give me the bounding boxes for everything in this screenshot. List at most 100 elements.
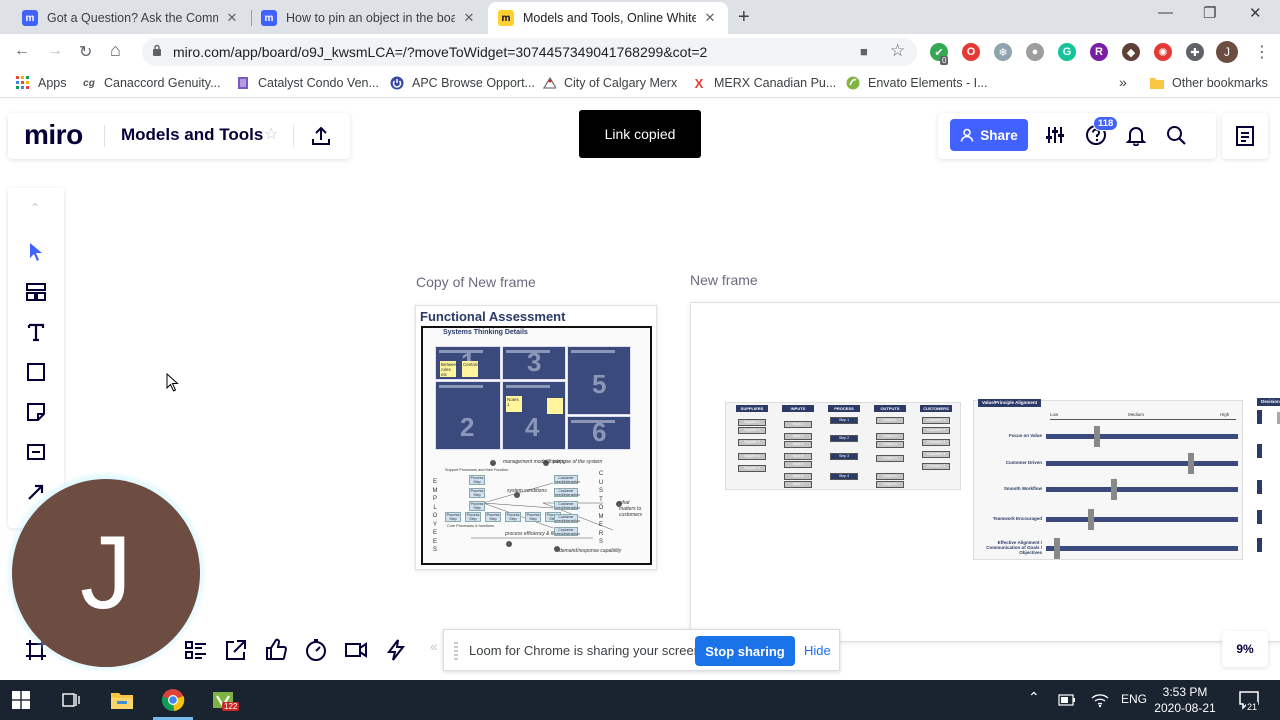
circle-extension-icon[interactable]: ● [1026,43,1044,61]
frame-copy-of-new-frame[interactable]: Functional Assessment Systems Thinking D… [415,305,657,570]
thumbs-up-icon[interactable] [264,638,288,662]
frame-label-copy-of-new-frame[interactable]: Copy of New frame [416,274,536,290]
export-upload-icon[interactable] [310,125,332,147]
more-bookmarks-button[interactable]: » [1119,74,1127,90]
grammarly-extension-icon[interactable]: G [1058,43,1076,61]
tab-close-icon[interactable]: ✕ [461,10,477,26]
window-close-icon[interactable]: ✕ [1249,4,1262,22]
sipoc-item: Supplier 2 [738,427,766,434]
templates-tool[interactable] [24,280,48,304]
board-actions-panel: Share 118 [938,113,1216,159]
collapse-chevron-icon[interactable]: ⌃ [30,201,40,215]
select-tool[interactable] [24,240,48,264]
board-title[interactable]: Models and Tools [121,125,263,145]
clock-date: 2020-08-21 [1154,701,1216,715]
back-arrow-icon[interactable]: ← [14,42,30,60]
sipoc-item: Customer 5 [922,463,950,470]
bookmark-envato[interactable]: Envato Elements - I... [846,76,988,90]
miro-logo[interactable]: miro [24,119,83,151]
bookmark-canaccord[interactable]: cg Canaccord Genuity... [82,76,220,90]
bell-icon[interactable] [1125,124,1147,146]
lightning-icon[interactable] [384,638,408,662]
profile-avatar-icon[interactable]: J [1216,41,1238,63]
video-camera-icon[interactable] [344,638,368,662]
cards-list-icon[interactable] [184,638,208,662]
tab-title: How to pin an object in the boar [286,11,455,25]
stop-sharing-button[interactable]: Stop sharing [695,636,795,666]
bookmark-apps[interactable]: Apps [16,76,67,90]
systems-thinking-subtitle: Systems Thinking Details [443,329,528,336]
input-language[interactable]: ENG [1121,692,1147,706]
miro-board-canvas[interactable]: miro Models and Tools ☆ Link copied Shar… [0,99,1280,680]
value-row-slider-knob[interactable] [1054,538,1060,559]
card-tool[interactable] [24,440,48,464]
shape-tool[interactable] [24,360,48,384]
taskbar-clock[interactable]: 3:53 PM 2020-08-21 [1153,684,1217,716]
puzzle-extension-icon[interactable]: ✚ [1186,43,1204,61]
share-button[interactable]: Share [950,119,1028,151]
collapse-toolbar-icon[interactable]: « [430,638,438,654]
employees-vertical-label: EMPLOYEES [431,478,439,555]
sipoc-diagram: SUPPLIERS Supplier 1 Supplier 2 Supplier 3 S… [725,402,961,490]
new-tab-button[interactable]: + [738,6,750,29]
toggl-extension-icon[interactable]: ◆ [1122,43,1140,61]
hide-button[interactable]: Hide [804,643,831,658]
other-bookmarks-folder[interactable]: Other bookmarks [1150,76,1268,90]
wifi-icon[interactable] [1090,690,1110,708]
value-row-slider-knob[interactable] [1111,479,1117,500]
tray-chevron-icon[interactable]: ⌃ [1028,689,1040,706]
file-explorer-icon[interactable] [110,688,134,712]
restore-icon[interactable]: ❐ [1203,4,1216,22]
url-text[interactable]: miro.com/app/board/o9J_kwsmLCA=/?moveToW… [173,44,707,60]
timer-icon[interactable] [304,638,328,662]
spiral-extension-icon[interactable]: ✺ [1154,43,1172,61]
external-share-icon[interactable] [224,638,248,662]
text-tool[interactable] [24,320,48,344]
zoom-level-button[interactable]: 9% [1222,631,1268,667]
camera-icon[interactable]: ■ [860,44,868,59]
value-row-slider-knob[interactable] [1188,453,1194,474]
star-icon[interactable]: ☆ [264,124,278,144]
value-row-slider-knob[interactable] [1094,426,1100,447]
drag-handle-icon[interactable] [454,642,458,660]
bookmark-label: APC Browse Opport... [412,76,535,90]
home-icon[interactable]: ⌂ [110,40,121,61]
task-view-icon[interactable] [62,691,80,709]
tab-close-icon[interactable]: ✕ [702,10,718,26]
bookmark-label: MERX Canadian Pu... [714,76,837,90]
reload-icon[interactable]: ↻ [79,42,92,62]
minimize-icon[interactable]: — [1158,4,1173,21]
bookmark-catalyst[interactable]: Catalyst Condo Ven... [236,76,379,90]
tab-close-icon[interactable]: ✕ [224,10,240,26]
bookmark-apc[interactable]: APC Browse Opport... [390,76,535,90]
tab-models-and-tools[interactable]: m Models and Tools, Online Whitel ✕ [488,2,728,34]
chrome-icon[interactable] [161,688,185,712]
r-extension-icon[interactable]: R [1090,43,1108,61]
tab-pin-object[interactable]: m How to pin an object in the boar ✕ [251,2,487,34]
bookmark-star-icon[interactable]: ☆ [890,41,905,61]
battery-icon[interactable] [1058,694,1076,706]
snowflake-extension-icon[interactable]: ❄ [994,43,1012,61]
document-list-icon [1236,126,1254,146]
settings-sliders-icon[interactable] [1044,124,1066,146]
support-processes-label: Support Processes and their Function [445,468,509,472]
apc-icon [390,76,404,90]
address-bar[interactable]: miro.com/app/board/o9J_kwsmLCA=/?moveToW… [142,38,917,66]
sipoc-item: Output 4 [876,455,904,462]
scale-line [1050,419,1236,420]
bookmark-merx-canadian[interactable]: X MERX Canadian Pu... [692,76,837,91]
windows-start-icon[interactable] [12,691,30,709]
opera-extension-icon[interactable]: O [962,43,980,61]
frame-new-frame[interactable]: SUPPLIERS Supplier 1 Supplier 2 Supplier 3 S… [690,302,1280,642]
tab-community-question[interactable]: m Got a Question? Ask the Commu ✕ [12,2,250,34]
board-notes-panel[interactable] [1222,113,1268,159]
loom-webcam-avatar[interactable]: J [12,479,200,667]
forward-arrow-icon[interactable]: → [47,42,63,60]
value-row-slider-knob[interactable] [1088,509,1094,530]
bookmark-calgary-merx[interactable]: City of Calgary Merx [542,76,677,90]
browser-menu-icon[interactable]: ⋮ [1254,42,1270,62]
sipoc-item: Supplier 1 [738,419,766,426]
search-icon[interactable] [1165,124,1187,146]
sticky-note-tool[interactable] [24,400,48,424]
frame-label-new-frame[interactable]: New frame [690,272,758,288]
